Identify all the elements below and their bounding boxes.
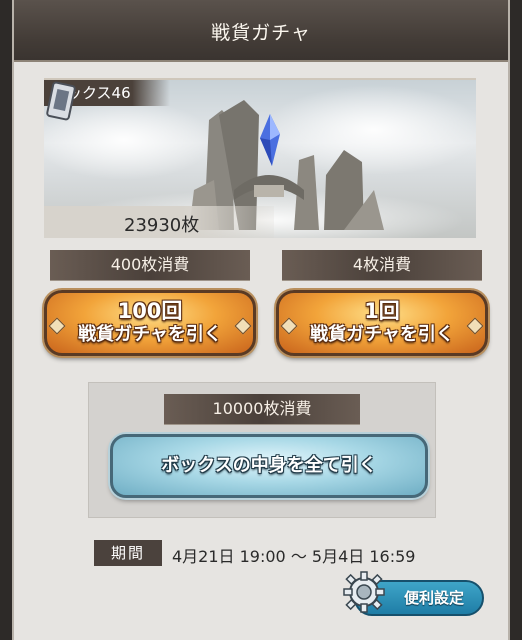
draw-100-button[interactable]: 100回 戦貨ガチャを引く [44,290,256,356]
gear-icon [343,571,385,613]
period-text: 4月21日 19:00 ～ 5月4日 16:59 [172,547,416,566]
page-title: 戦貨ガチャ [211,22,311,44]
cost-label-100: 400枚消費 [50,250,250,280]
draw-1-count: 1回 [364,299,400,323]
draw-1-label: 戦貨ガチャを引く [310,324,454,345]
draw-100-label: 戦貨ガチャを引く [78,324,222,345]
cost-label-1: 4枚消費 [282,250,482,280]
cost-label-box: 10000枚消費 [164,394,360,424]
draw-1-button[interactable]: 1回 戦貨ガチャを引く [276,290,488,356]
title-bar: 戦貨ガチャ [14,0,508,62]
gacha-panel: 戦貨ガチャ ボックス46 23930枚 400枚消費 100回 戦貨ガチャを引く… [12,0,510,640]
ticket-count: 23930枚 [124,215,200,236]
ticket-count-bar: 23930枚 [44,206,274,238]
draw-100-count: 100回 [117,299,183,323]
draw-all-button[interactable]: ボックスの中身を全て引く [110,434,428,498]
period-label: 期間 [94,540,162,566]
ticket-icon [46,81,76,121]
gacha-banner: ボックス46 23930枚 [44,78,476,238]
